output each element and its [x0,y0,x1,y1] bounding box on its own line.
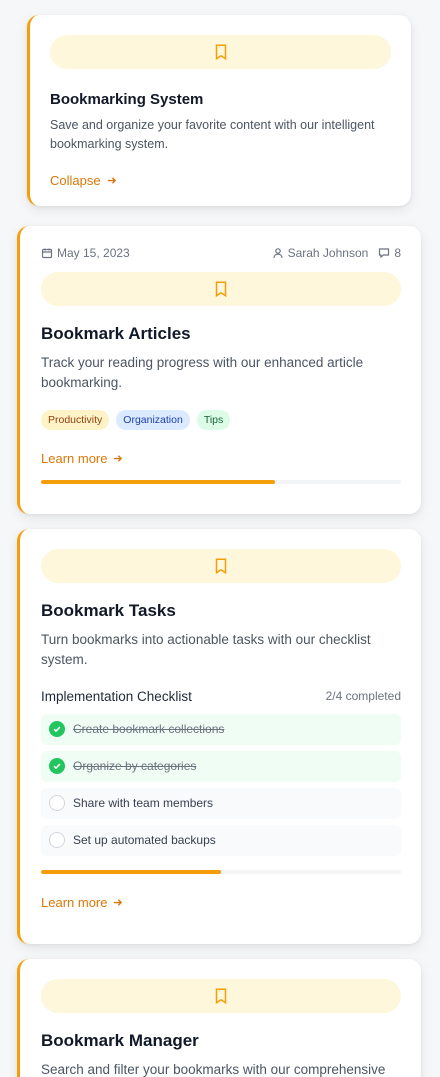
bookmark-icon-pill [41,272,401,306]
card-title: Bookmarking System [50,91,204,108]
checklist-item[interactable]: Share with team members [41,787,401,819]
learn-more-link[interactable]: Learn more [41,895,123,910]
checkbox-empty-icon[interactable] [49,795,65,811]
task-progress-bar [41,869,401,874]
date: May 15, 2023 [41,246,130,260]
checklist-item-label: Share with team members [73,796,214,810]
checklist-item[interactable]: Organize by categories [41,750,401,782]
learn-more-label: Learn more [41,450,108,466]
collapse-link[interactable]: Collapse [50,173,117,188]
reading-progress-bar [41,479,401,484]
progress-fill [41,869,221,874]
bookmark-icon-pill [50,35,391,69]
card-description: Track your reading progress with our enh… [41,355,364,391]
card-bookmarking-system: Bookmarking System Save and organize you… [27,15,411,206]
learn-more-label: Learn more [41,894,108,910]
card-title: Bookmark Tasks [41,601,176,620]
article-meta: May 15, 2023 Sarah Johnson 8 [41,246,401,260]
user-icon [272,248,283,259]
tag-productivity[interactable]: Productivity [41,409,110,430]
check-icon[interactable] [49,758,65,774]
bookmark-icon-pill [41,979,401,1013]
card-description: Save and organize your favorite content … [50,118,375,151]
bookmark-icon [215,44,226,61]
bookmark-icon [215,558,227,575]
checklist-item-label: Organize by categories [73,759,197,773]
author: Sarah Johnson [272,246,368,260]
checklist: Create bookmark collections Organize by c… [41,713,401,856]
card-title: Bookmark Articles [41,324,191,343]
arrow-right-icon [107,176,116,184]
arrow-right-icon [114,898,123,906]
tag-list: Productivity Organization Tips [41,409,401,430]
learn-more-link[interactable]: Learn more [41,451,123,466]
card-title: Bookmark Manager [41,1031,199,1050]
calendar-icon [41,248,53,259]
card-description: Turn bookmarks into actionable tasks wit… [41,632,371,668]
checklist-header: Implementation Checklist 2/4 completed [41,689,401,704]
collapse-label: Collapse [50,172,101,188]
progress-fill [41,479,275,484]
checklist-status: 2/4 completed [325,689,401,703]
checklist-item-label: Set up automated backups [73,833,216,847]
checklist-item[interactable]: Create bookmark collections [41,713,401,745]
tag-organization[interactable]: Organization [116,409,190,430]
checklist-title: Implementation Checklist [41,688,192,704]
card-description: Search and filter your bookmarks with ou… [41,1062,386,1077]
checklist-item-label: Create bookmark collections [73,722,225,736]
arrow-right-icon [114,454,123,462]
bookmark-icon-pill [41,549,401,583]
bookmark-icon [215,281,227,298]
bookmark-icon [215,988,227,1005]
card-bookmark-tasks: Bookmark Tasks Turn bookmarks into actio… [17,529,421,944]
card-bookmark-articles: May 15, 2023 Sarah Johnson 8 Bookmark Ar… [17,226,421,514]
checkbox-empty-icon[interactable] [49,832,65,848]
tag-tips[interactable]: Tips [196,409,231,430]
card-bookmark-manager: Bookmark Manager Search and filter your … [17,959,421,1077]
comment-icon [379,248,390,259]
check-icon[interactable] [49,721,65,737]
checklist-item[interactable]: Set up automated backups [41,824,401,856]
comment-count[interactable]: 8 [378,246,401,260]
